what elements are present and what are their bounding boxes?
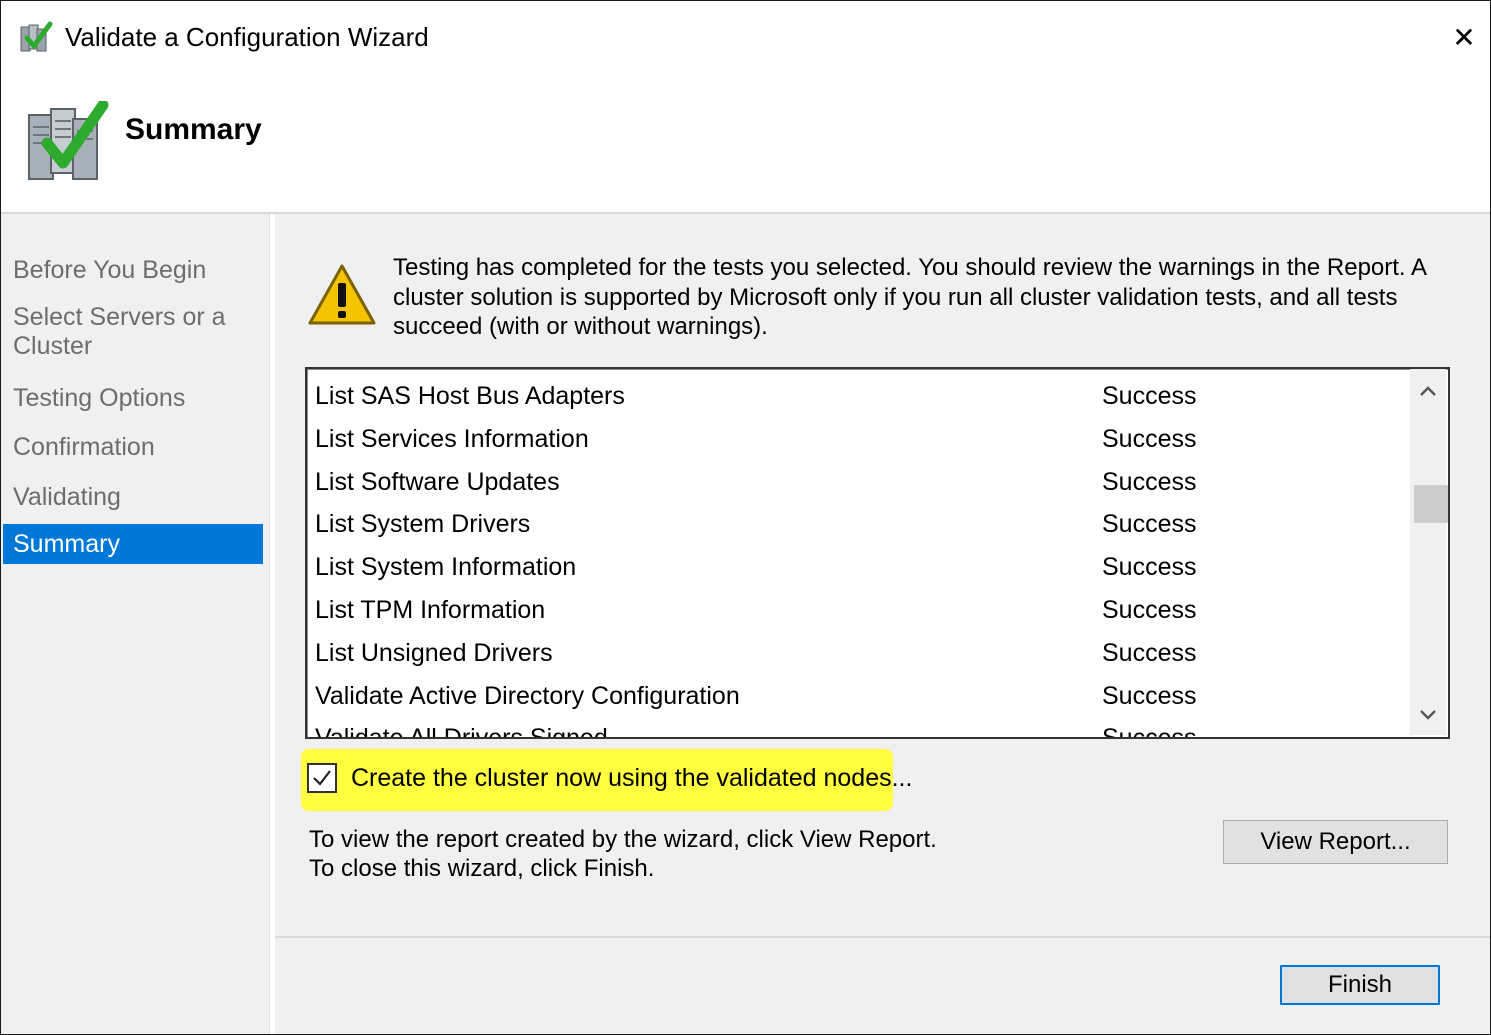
test-status: Success xyxy=(1102,681,1197,710)
instructions-line-finish: To close this wizard, click Finish. xyxy=(309,855,655,882)
validation-summary-icon xyxy=(25,99,109,185)
test-status: Success xyxy=(1102,724,1197,739)
list-item[interactable]: List Software Updates Success xyxy=(307,461,1409,504)
nav-item-confirmation: Confirmation xyxy=(13,433,155,461)
validate-wizard-icon xyxy=(19,21,53,55)
test-name: List SAS Host Bus Adapters xyxy=(315,382,625,410)
window-title: Validate a Configuration Wizard xyxy=(65,22,429,52)
warning-icon xyxy=(307,263,377,327)
nav-item-validating: Validating xyxy=(13,483,121,511)
list-item[interactable]: Validate Active Directory Configuration S… xyxy=(307,675,1409,718)
list-item[interactable]: List Services Information Success xyxy=(307,418,1409,461)
nav-item-select-servers-cont: Cluster xyxy=(13,332,93,360)
wizard-header: Summary xyxy=(1,73,1490,213)
view-report-button[interactable]: View Report... xyxy=(1223,820,1448,864)
nav-item-summary: Summary xyxy=(3,524,263,564)
create-cluster-checkbox[interactable] xyxy=(307,763,337,793)
list-item[interactable]: List SAS Host Bus Adapters Success xyxy=(307,375,1409,418)
list-item[interactable]: List System Drivers Success xyxy=(307,503,1409,546)
chevron-up-icon xyxy=(1420,386,1436,396)
nav-item-before-you-begin: Before You Begin xyxy=(13,256,207,284)
close-icon: ✕ xyxy=(1452,22,1476,53)
nav-item-select-servers: Select Servers or a xyxy=(13,303,226,331)
close-button[interactable]: ✕ xyxy=(1441,15,1487,61)
scroll-up-button[interactable] xyxy=(1410,373,1446,409)
test-name: List Software Updates xyxy=(315,467,560,496)
list-item[interactable]: List System Information Success xyxy=(307,546,1409,589)
test-status: Success xyxy=(1102,424,1197,453)
test-status: Success xyxy=(1102,595,1197,624)
list-item[interactable]: Validate All Drivers Signed Success xyxy=(307,717,1409,739)
create-cluster-option[interactable]: Create the cluster now using the validat… xyxy=(307,761,912,795)
instructions-text: To view the report created by the wizard… xyxy=(309,825,937,883)
page-title: Summary xyxy=(125,113,262,146)
scroll-down-button[interactable] xyxy=(1410,697,1446,733)
test-name: List Unsigned Drivers xyxy=(315,638,553,667)
nav-item-testing-options: Testing Options xyxy=(13,384,186,412)
create-cluster-label: Create the cluster now using the validat… xyxy=(351,764,913,792)
test-name: List System Information xyxy=(315,553,577,582)
summary-message: Testing has completed for the tests you … xyxy=(393,254,1426,340)
test-name: List System Drivers xyxy=(315,510,531,539)
wizard-window: Validate a Configuration Wizard ✕ Summar… xyxy=(0,0,1491,1035)
test-status: Success xyxy=(1102,553,1197,582)
instructions-line-view-report: To view the report created by the wizard… xyxy=(309,826,937,853)
results-rows: List SAS Host Bus Adapters Success List S… xyxy=(307,375,1409,739)
test-name: List TPM Information xyxy=(315,595,546,624)
list-item[interactable]: List Unsigned Drivers Success xyxy=(307,632,1409,675)
vertical-scrollbar[interactable] xyxy=(1410,369,1448,735)
chevron-down-icon xyxy=(1420,710,1436,720)
test-status: Success xyxy=(1102,382,1197,410)
list-item[interactable]: List TPM Information Success xyxy=(307,589,1409,632)
test-name: List Services Information xyxy=(315,424,589,453)
finish-button[interactable]: Finish xyxy=(1280,965,1440,1005)
test-status: Success xyxy=(1102,510,1197,539)
checkmark-icon xyxy=(313,770,331,786)
test-status: Success xyxy=(1102,638,1197,667)
test-name: Validate All Drivers Signed xyxy=(315,724,608,739)
title-bar: Validate a Configuration Wizard ✕ xyxy=(1,1,1490,73)
test-name: Validate Active Directory Configuration xyxy=(315,681,740,710)
scrollbar-thumb[interactable] xyxy=(1414,485,1448,523)
test-status: Success xyxy=(1102,467,1197,496)
results-list[interactable]: List SAS Host Bus Adapters Success List S… xyxy=(305,367,1450,739)
